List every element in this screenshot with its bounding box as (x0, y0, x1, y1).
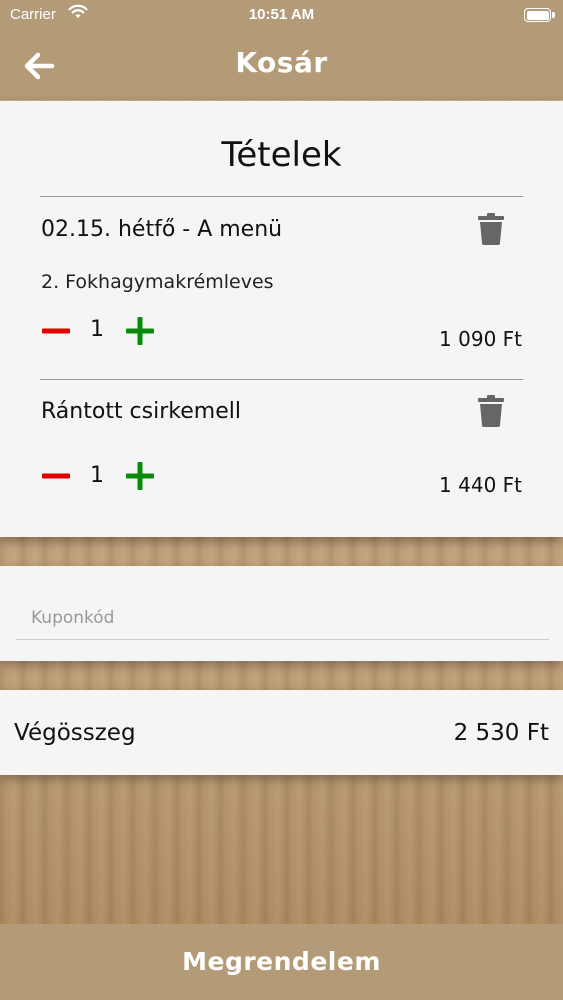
cart-item-subtitle: 2. Fokhagymakrémleves (41, 271, 274, 293)
total-card: Végösszeg 2 530 Ft (0, 690, 563, 775)
quantity-value: 1 (90, 317, 104, 342)
order-button[interactable]: Megrendelem (0, 924, 563, 1000)
quantity-value: 1 (90, 463, 104, 488)
coupon-card (0, 566, 563, 661)
plus-icon[interactable] (125, 316, 155, 346)
page-title: Kosár (235, 46, 328, 79)
items-heading: Tételek (221, 135, 342, 175)
divider (40, 196, 523, 197)
total-label: Végösszeg (14, 720, 136, 746)
plus-icon[interactable] (125, 461, 155, 491)
cart-item-price: 1 440 Ft (439, 473, 522, 497)
status-bar: Carrier 10:51 AM (0, 0, 563, 30)
divider (40, 379, 523, 380)
coupon-input[interactable] (16, 596, 549, 640)
total-value: 2 530 Ft (453, 720, 549, 746)
trash-icon[interactable] (477, 395, 505, 427)
battery-icon (524, 8, 555, 22)
cart-item-title: Rántott csirkemell (41, 399, 241, 424)
nav-bar: Kosár (0, 30, 563, 100)
trash-icon[interactable] (477, 213, 505, 245)
cart-item-price: 1 090 Ft (439, 327, 522, 351)
cart-items-card: Tételek 02.15. hétfő - A menü 2. Fokhagy… (0, 101, 563, 537)
minus-icon[interactable] (41, 461, 71, 491)
cart-item-title: 02.15. hétfő - A menü (41, 217, 283, 242)
clock: 10:51 AM (248, 6, 315, 23)
minus-icon[interactable] (41, 316, 71, 346)
